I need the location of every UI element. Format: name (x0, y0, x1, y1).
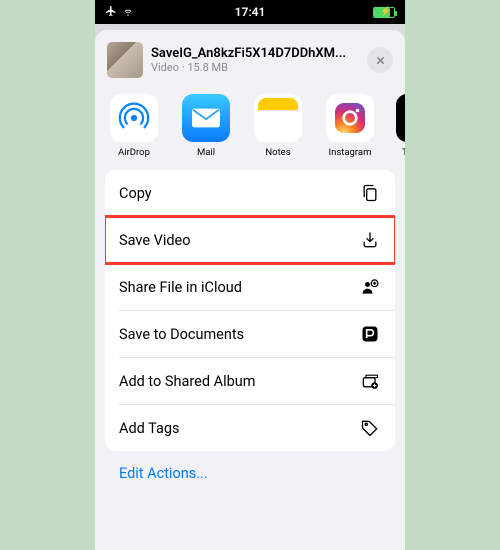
close-icon (375, 55, 386, 66)
apps-row: AirDrop Mail Notes (95, 88, 405, 170)
tag-icon (359, 417, 381, 439)
wifi-icon (121, 5, 135, 20)
file-header: SaveIG_An8kzFi5X14D7DDhXM... Video · 15.… (95, 38, 405, 88)
action-label: Add to Shared Album (119, 373, 255, 390)
mail-icon (182, 94, 230, 142)
notes-icon (254, 94, 302, 142)
action-label: Copy (119, 185, 152, 202)
app-notes[interactable]: Notes (251, 94, 305, 158)
battery-icon: ⚡ (373, 7, 395, 18)
status-bar: 17:41 ⚡ (95, 0, 405, 24)
action-share-icloud[interactable]: Share File in iCloud (105, 264, 395, 310)
edit-actions-button[interactable]: Edit Actions... (105, 451, 395, 496)
file-thumbnail (107, 42, 143, 78)
file-name: SaveIG_An8kzFi5X14D7DDhXM... (151, 46, 359, 61)
phone-frame: 17:41 ⚡ SaveIG_An8kzFi5X14D7DDhXM... Vid… (95, 0, 405, 550)
action-save-documents[interactable]: Save to Documents (105, 311, 395, 357)
actions-list: Copy Save Video Share File in iCloud Save t… (105, 170, 395, 451)
shared-album-icon (359, 370, 381, 392)
action-label: Share File in iCloud (119, 279, 242, 296)
next-app-icon (396, 94, 405, 142)
app-mail[interactable]: Mail (179, 94, 233, 158)
action-label: Save Video (119, 232, 191, 249)
share-sheet: SaveIG_An8kzFi5X14D7DDhXM... Video · 15.… (95, 30, 405, 550)
download-icon (359, 229, 381, 251)
app-instagram[interactable]: Instagram (323, 94, 377, 158)
airplane-mode-icon (105, 5, 117, 20)
app-airdrop[interactable]: AirDrop (107, 94, 161, 158)
action-label: Save to Documents (119, 326, 244, 343)
action-add-shared-album[interactable]: Add to Shared Album (105, 358, 395, 404)
close-button[interactable] (367, 47, 393, 73)
action-copy[interactable]: Copy (105, 170, 395, 216)
documents-app-icon (359, 323, 381, 345)
action-add-tags[interactable]: Add Tags (105, 405, 395, 451)
action-label: Add Tags (119, 420, 180, 437)
airdrop-icon (110, 94, 158, 142)
clock: 17:41 (202, 5, 299, 19)
file-subtitle: Video · 15.8 MB (151, 61, 359, 74)
instagram-icon (326, 94, 374, 142)
copy-icon (359, 182, 381, 204)
person-cloud-icon (359, 276, 381, 298)
app-next[interactable]: T (395, 94, 405, 158)
action-save-video[interactable]: Save Video (105, 217, 395, 263)
